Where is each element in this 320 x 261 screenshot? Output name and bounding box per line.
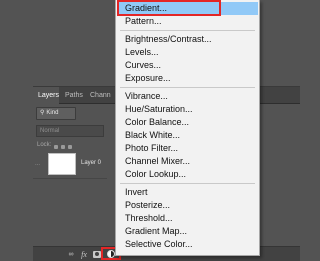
menu-item-channel-mixer[interactable]: Channel Mixer... <box>117 155 258 168</box>
menu-item-invert[interactable]: Invert <box>117 186 258 199</box>
menu-item-pattern[interactable]: Pattern... <box>117 15 258 28</box>
menu-item-color-lookup[interactable]: Color Lookup... <box>117 168 258 181</box>
menu-item-photo-filter[interactable]: Photo Filter... <box>117 142 258 155</box>
blend-mode-select[interactable]: Normal <box>36 125 104 137</box>
mask-icon[interactable] <box>93 251 101 258</box>
visibility-toggle[interactable]: ... <box>35 161 40 167</box>
kind-filter-select[interactable]: ⚲ Kind <box>36 107 76 120</box>
layer-row[interactable]: ... Layer 0 <box>33 149 107 179</box>
layer-filter-row: ⚲ Kind <box>36 107 106 120</box>
menu-item-posterize[interactable]: Posterize... <box>117 199 258 212</box>
link-icon[interactable]: ∞ <box>67 250 75 259</box>
tab-layers[interactable]: Layers <box>33 87 59 104</box>
kind-filter-value: Kind <box>46 110 59 116</box>
menu-item-curves[interactable]: Curves... <box>117 59 258 72</box>
layer-thumbnail <box>48 153 76 175</box>
menu-item-color-balance[interactable]: Color Balance... <box>117 116 258 129</box>
gradient-item-callout <box>117 0 221 16</box>
menu-separator <box>120 30 255 31</box>
layer-name: Layer 0 <box>81 160 102 166</box>
search-icon: ⚲ <box>40 110 45 116</box>
menu-item-brightness-contrast[interactable]: Brightness/Contrast... <box>117 33 258 46</box>
menu-item-selective-color[interactable]: Selective Color... <box>117 238 258 251</box>
menu-item-gradient-map[interactable]: Gradient Map... <box>117 225 258 238</box>
menu-item-levels[interactable]: Levels... <box>117 46 258 59</box>
canvas-background <box>0 0 33 261</box>
fx-icon[interactable]: fx <box>80 250 88 259</box>
menu-item-threshold[interactable]: Threshold... <box>117 212 258 225</box>
menu-separator <box>120 87 255 88</box>
menu-item-vibrance[interactable]: Vibrance... <box>117 90 258 103</box>
tab-channels[interactable]: Chann <box>85 87 115 104</box>
menu-item-black-white[interactable]: Black White... <box>117 129 258 142</box>
tab-paths[interactable]: Paths <box>60 87 84 104</box>
menu-item-hue-saturation[interactable]: Hue/Saturation... <box>117 103 258 116</box>
adjustment-layer-menu: Gradient... Pattern... Brightness/Contra… <box>115 0 260 256</box>
menu-item-exposure[interactable]: Exposure... <box>117 72 258 85</box>
lock-label: Lock: <box>37 142 52 148</box>
menu-separator <box>120 183 255 184</box>
